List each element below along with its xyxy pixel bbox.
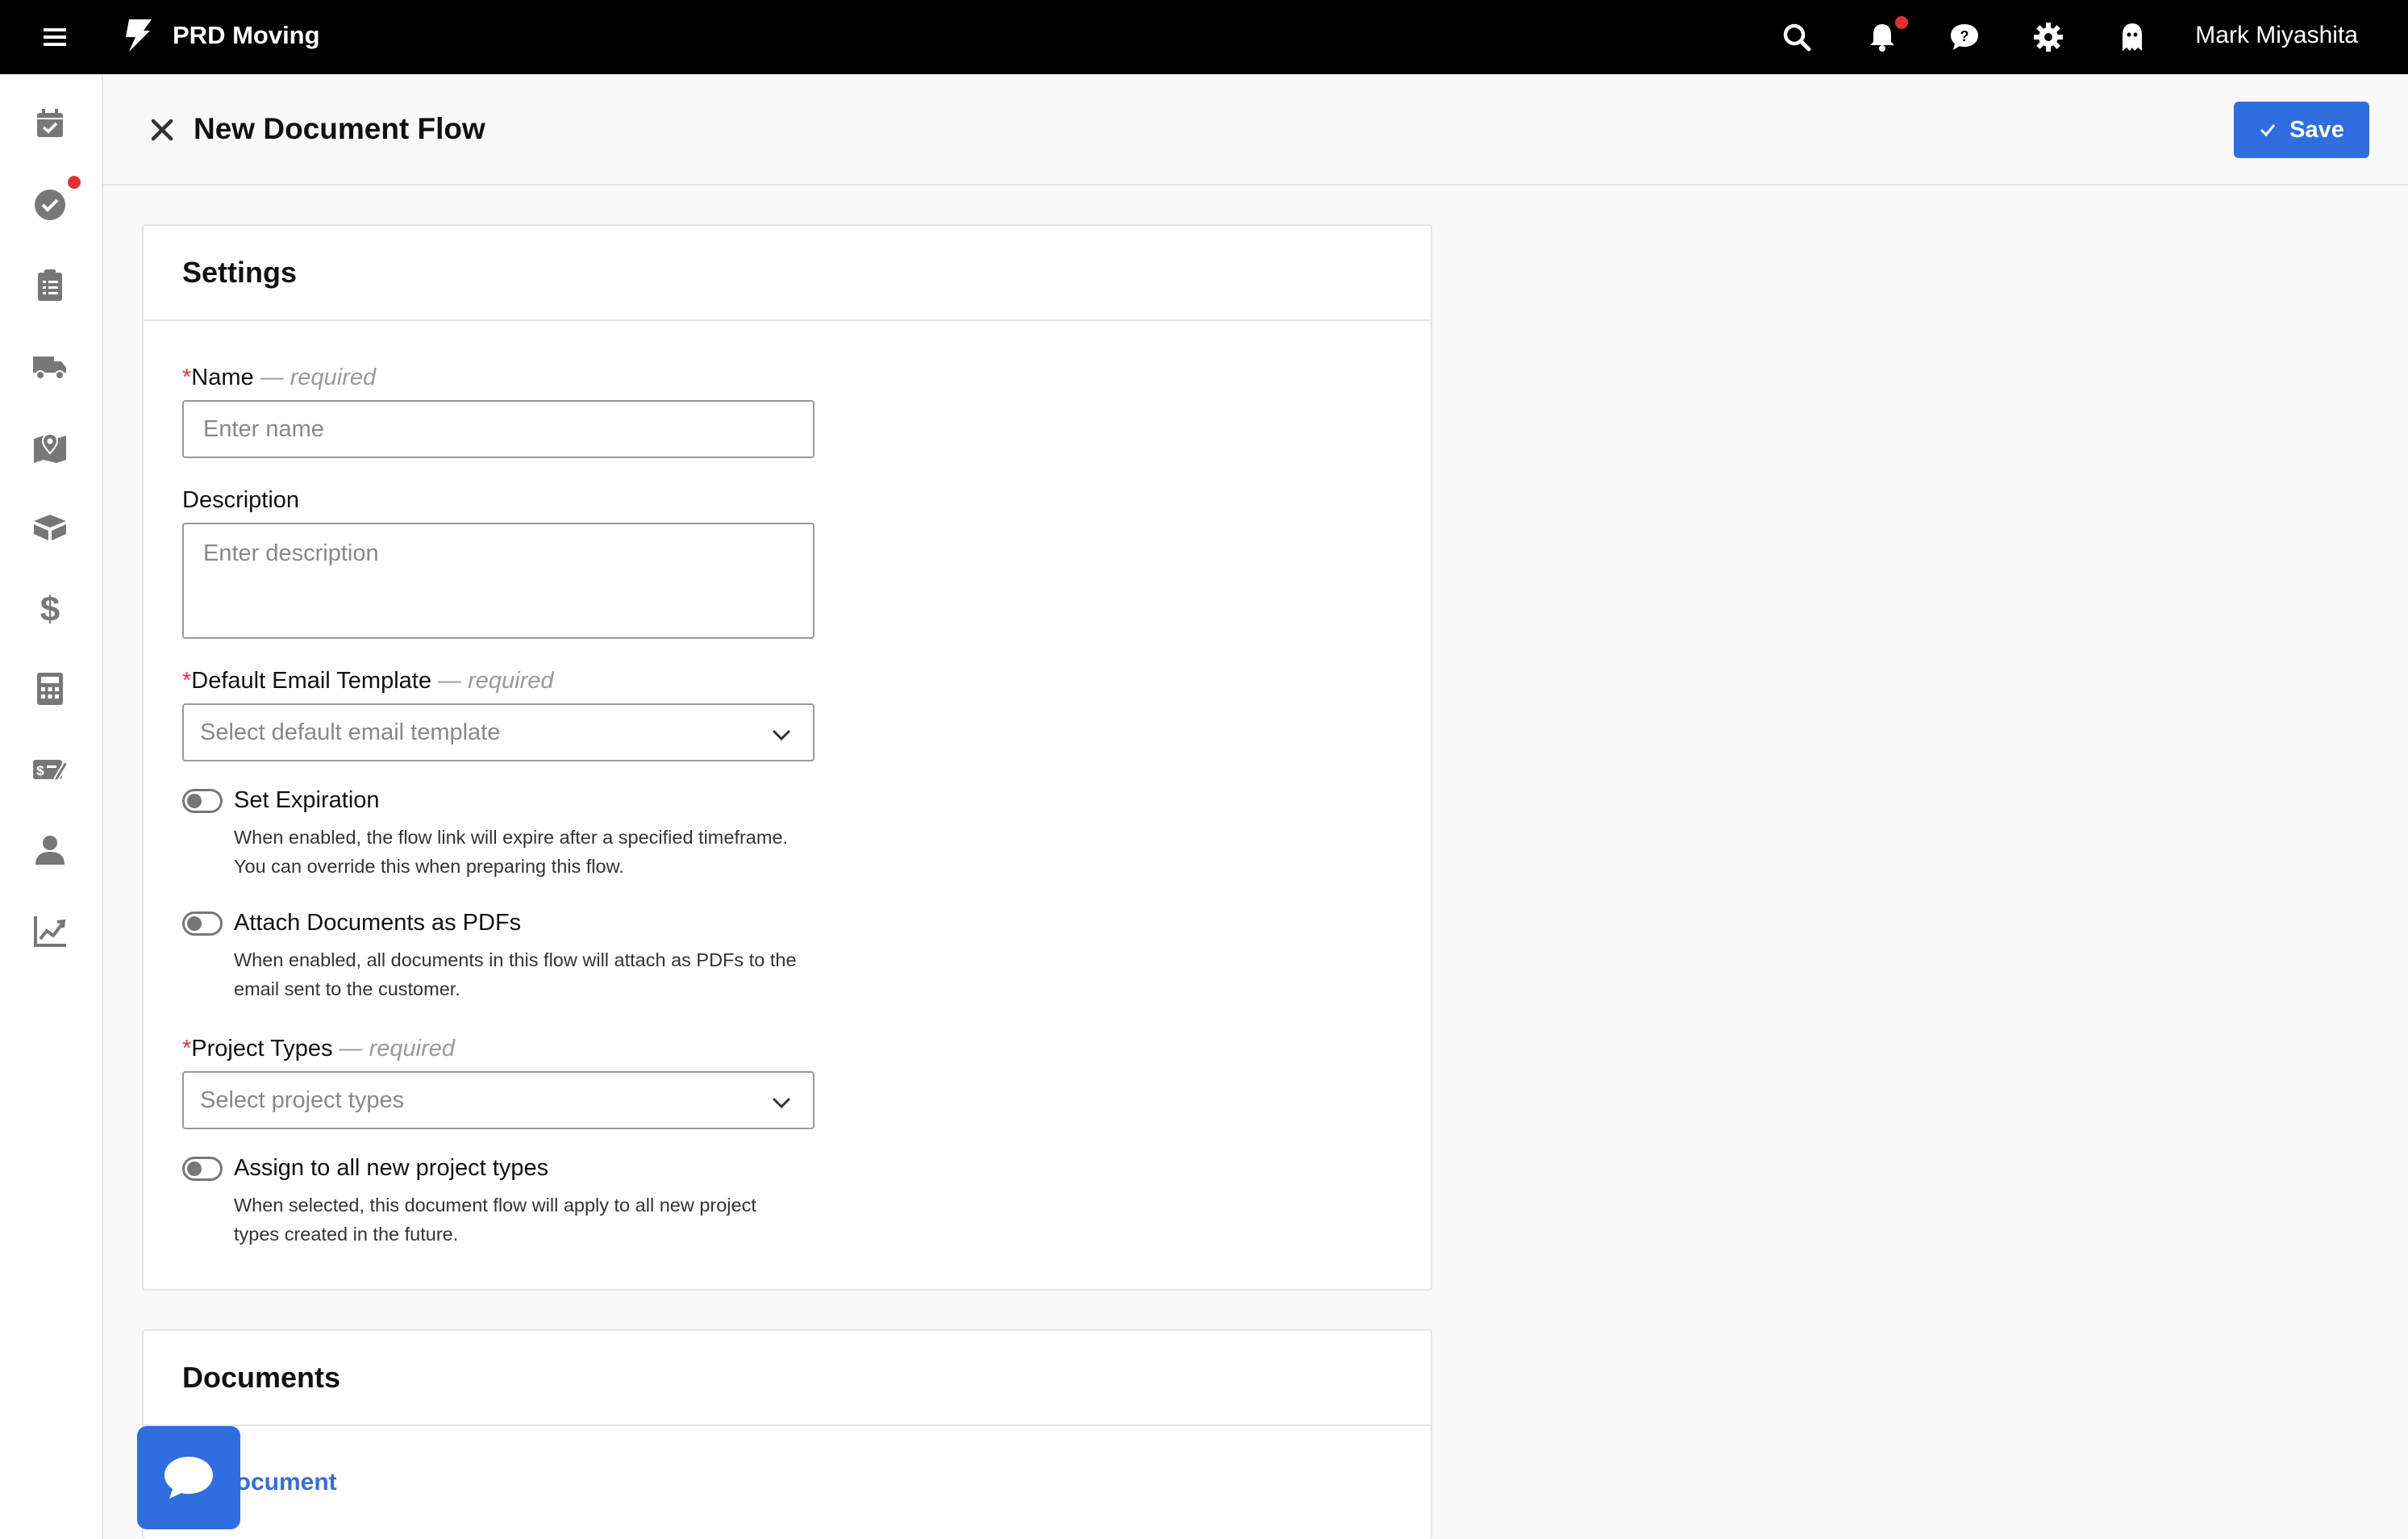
- svg-text:$: $: [36, 763, 44, 778]
- truck-icon[interactable]: [31, 347, 69, 386]
- check-circle-icon[interactable]: [31, 186, 69, 224]
- settings-title: Settings: [144, 226, 1431, 321]
- name-label: *Name — required: [182, 365, 377, 390]
- description-label: Description: [182, 487, 300, 513]
- chart-line-icon[interactable]: [31, 911, 69, 950]
- assign-all-help: When selected, this document flow will a…: [234, 1195, 756, 1245]
- boxes-icon[interactable]: [31, 508, 69, 547]
- email-template-select[interactable]: Select default email template: [182, 703, 814, 761]
- save-button-label: Save: [2289, 116, 2344, 143]
- chevron-down-icon: [772, 729, 791, 741]
- gear-icon[interactable]: [2031, 19, 2066, 55]
- set-expiration-toggle[interactable]: [182, 789, 223, 813]
- documents-card: Documents dd Document: [142, 1329, 1432, 1539]
- calendar-check-icon[interactable]: [31, 105, 69, 144]
- email-template-label: *Default Email Template — required: [182, 668, 554, 694]
- attach-pdf-label: Attach Documents as PDFs: [234, 910, 522, 936]
- svg-text:$: $: [40, 590, 60, 628]
- chat-help-icon[interactable]: ?: [1947, 19, 1982, 55]
- logo-icon[interactable]: [121, 16, 156, 55]
- user-icon[interactable]: [31, 831, 69, 870]
- documents-title: Documents: [144, 1331, 1431, 1426]
- dollar-edit-icon[interactable]: $: [31, 750, 69, 789]
- calculator-icon[interactable]: [31, 669, 69, 708]
- project-types-label: *Project Types — required: [182, 1036, 455, 1061]
- page-title: New Document Flow: [194, 112, 485, 145]
- attach-pdf-help: When enabled, all documents in this flow…: [234, 949, 797, 999]
- ghost-icon[interactable]: [2114, 19, 2150, 55]
- save-button[interactable]: Save: [2234, 102, 2369, 158]
- email-template-placeholder: Select default email template: [200, 719, 501, 745]
- dollar-icon[interactable]: $: [31, 589, 69, 628]
- top-navbar: PRD Moving ? Mark Miyashita: [0, 0, 2408, 74]
- chevron-down-icon: [772, 1097, 791, 1109]
- chat-widget-button[interactable]: [137, 1426, 240, 1529]
- notification-dot: [68, 176, 81, 189]
- project-types-select[interactable]: Select project types: [182, 1071, 814, 1129]
- user-name[interactable]: Mark Miyashita: [2195, 19, 2358, 52]
- chat-bubble-icon: [165, 1457, 213, 1499]
- sidebar: $ $: [0, 74, 103, 1539]
- menu-icon[interactable]: [39, 21, 71, 53]
- check-icon: [2260, 124, 2276, 137]
- assign-all-toggle[interactable]: [182, 1157, 223, 1181]
- name-input[interactable]: [182, 400, 814, 458]
- attach-pdf-toggle[interactable]: [182, 911, 223, 936]
- search-icon[interactable]: [1779, 19, 1814, 55]
- set-expiration-help: When enabled, the flow link will expire …: [234, 827, 789, 877]
- description-input[interactable]: [182, 523, 814, 639]
- notification-dot: [1895, 16, 1908, 29]
- page-header: New Document Flow: [103, 74, 2408, 186]
- clipboard-icon[interactable]: [31, 266, 69, 305]
- bell-icon[interactable]: [1864, 19, 1900, 55]
- project-types-placeholder: Select project types: [200, 1086, 405, 1113]
- map-pin-icon[interactable]: [31, 428, 69, 466]
- assign-all-label: Assign to all new project types: [234, 1155, 549, 1181]
- svg-text:?: ?: [1960, 28, 1969, 44]
- brand-name[interactable]: PRD Moving: [173, 19, 320, 52]
- close-icon[interactable]: [147, 115, 177, 145]
- settings-card: Settings *Name — required Description *D…: [142, 224, 1432, 1291]
- set-expiration-label: Set Expiration: [234, 787, 380, 813]
